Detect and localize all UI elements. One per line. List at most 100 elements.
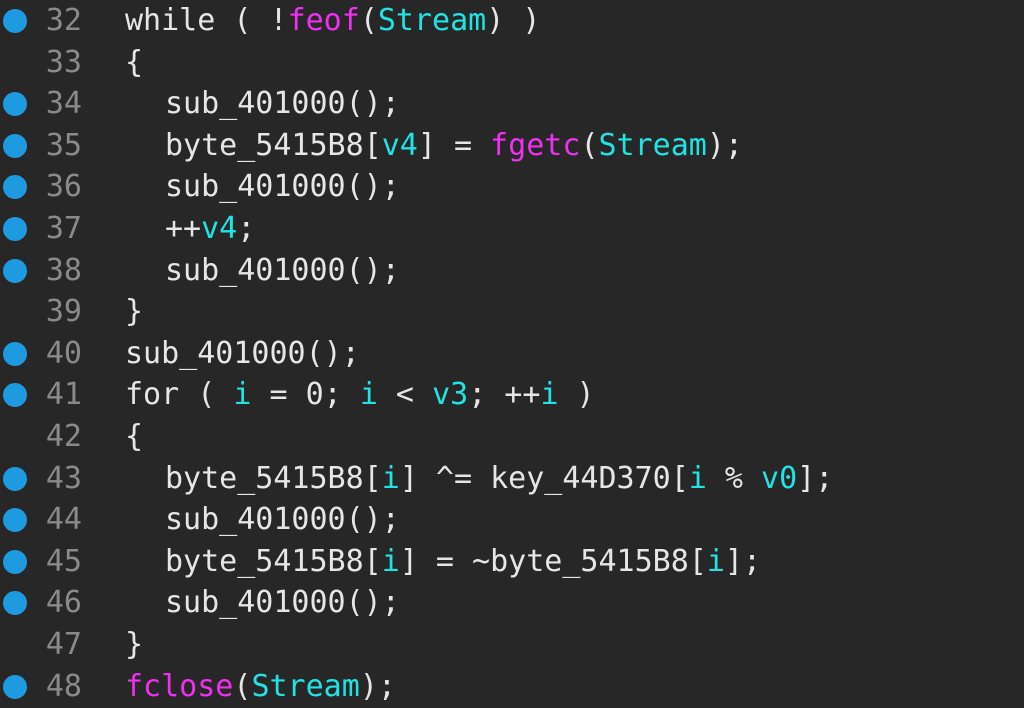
code-text: sub_401000(); [165,166,1024,208]
code-line[interactable]: 47} [0,624,1024,666]
line-number: 40 [45,335,82,371]
code-token: ) [558,377,595,413]
code-text: fclose(Stream); [125,666,1024,708]
line-number: 38 [45,252,82,288]
code-line[interactable]: 33 { [0,42,1024,84]
line-number: 42 [45,418,82,454]
code-token: ( [359,3,378,38]
code-token: feof [287,3,360,38]
line-number: 36 [45,169,82,205]
line-number: 34 [45,86,82,122]
line-number: 46 [45,585,82,621]
breakpoint-dot-icon[interactable] [3,591,27,616]
line-number: 35 [45,127,82,163]
breakpoint-dot-icon[interactable] [3,674,27,699]
code-token: v4 [381,127,418,163]
code-token: i [381,543,400,579]
code-token: sub_401000(); [165,169,400,205]
code-text: for ( i = 0; i < v3; ++i ) [125,374,1024,416]
code-token: < [377,377,433,413]
code-token: ]; [797,460,834,496]
code-token: ( ! [215,3,288,38]
code-line[interactable]: 43 byte_5415B8[i] ^= key_44D370[i % v0]; [0,458,1024,500]
code-token: v3 [432,377,469,413]
code-token: Stream [251,668,360,704]
code-line[interactable]: 45 byte_5415B8[i] = ~byte_5415B8[i]; [0,541,1024,583]
breakpoint-dot-icon[interactable] [3,383,27,408]
code-token: { [125,44,144,80]
code-token: i [706,543,725,579]
code-text: sub_401000(); [165,250,1024,292]
code-token: ] ^= key_44D370[ [399,460,689,496]
code-line[interactable]: 44 sub_401000(); [0,499,1024,541]
code-token: sub_401000(); [165,502,400,538]
line-number: 43 [45,460,82,496]
code-text: sub_401000(); [125,333,1024,375]
code-token: ] = [417,127,491,163]
code-text: sub_401000(); [165,582,1024,624]
breakpoint-dot-icon[interactable] [3,133,27,158]
code-token: ); [359,668,396,704]
code-line[interactable]: 39} [0,291,1024,333]
code-line[interactable]: 46 sub_401000(); [0,582,1024,624]
code-line[interactable]: 42 { [0,416,1024,458]
code-text: byte_5415B8[i] = ~byte_5415B8[i]; [165,541,1024,583]
code-token: sub_401000(); [165,585,400,621]
code-token: ( [233,668,252,704]
code-token: i [540,377,559,413]
breakpoint-dot-icon[interactable] [3,508,27,533]
code-token: i [359,377,378,413]
code-line[interactable]: 36 sub_401000(); [0,166,1024,208]
breakpoint-dot-icon[interactable] [3,549,27,574]
code-token: ); [706,127,743,163]
code-token: v4 [201,210,238,246]
line-number: 47 [45,626,82,662]
code-line[interactable]: 35 byte_5415B8[v4] = fgetc(Stream); [0,125,1024,167]
code-token: ) ) [486,3,541,38]
code-editor[interactable]: 32 while ( !feof(Stream) ) 33 {34 sub_401000… [0,0,1024,708]
code-line[interactable]: 34 sub_401000(); [0,83,1024,125]
code-text: byte_5415B8[i] ^= key_44D370[i % v0]; [165,458,1024,500]
code-token: i [688,460,707,496]
code-line[interactable]: 48 fclose(Stream); [0,666,1024,708]
code-token: sub_401000(); [125,335,360,371]
breakpoint-dot-icon[interactable] [3,258,27,283]
code-token: for [125,377,180,413]
breakpoint-dot-icon[interactable] [3,175,27,200]
code-token: ( [179,377,234,413]
code-token: ++ [165,210,202,246]
code-token: byte_5415B8[ [165,460,382,496]
code-text: { [125,416,1024,458]
code-token: { [125,418,144,454]
line-number: 48 [45,668,82,704]
code-token: i [381,460,400,496]
breakpoint-dot-icon[interactable] [3,216,27,241]
code-token: % [706,460,762,496]
breakpoint-dot-icon[interactable] [3,466,27,491]
code-text: } [125,291,1024,333]
code-line[interactable]: 38 sub_401000(); [0,250,1024,292]
breakpoint-dot-icon[interactable] [3,341,27,366]
line-number: 33 [45,44,82,80]
line-number: 39 [45,294,82,330]
code-line[interactable]: 37 ++v4; [0,208,1024,250]
code-token: } [125,626,144,662]
code-token: fclose [125,668,234,704]
code-line[interactable]: 41 for ( i = 0; i < v3; ++i ) [0,374,1024,416]
code-text: while ( !feof(Stream) ) [125,0,1024,42]
code-token: ]; [724,543,762,579]
code-token: v0 [761,460,798,496]
code-text: { [125,42,1024,84]
code-token: ] = ~byte_5415B8[ [399,543,707,579]
line-number: 44 [45,502,82,538]
code-line[interactable]: 32 while ( !feof(Stream) ) [0,0,1024,42]
breakpoint-dot-icon[interactable] [3,92,27,117]
code-token: Stream [598,127,707,163]
code-token: fgetc [490,127,581,163]
code-token: byte_5415B8[ [165,127,382,163]
line-number: 45 [45,543,82,579]
code-token: sub_401000(); [165,86,400,122]
code-token: byte_5415B8[ [165,543,382,579]
code-line[interactable]: 40 sub_401000(); [0,333,1024,375]
breakpoint-dot-icon[interactable] [3,9,27,33]
